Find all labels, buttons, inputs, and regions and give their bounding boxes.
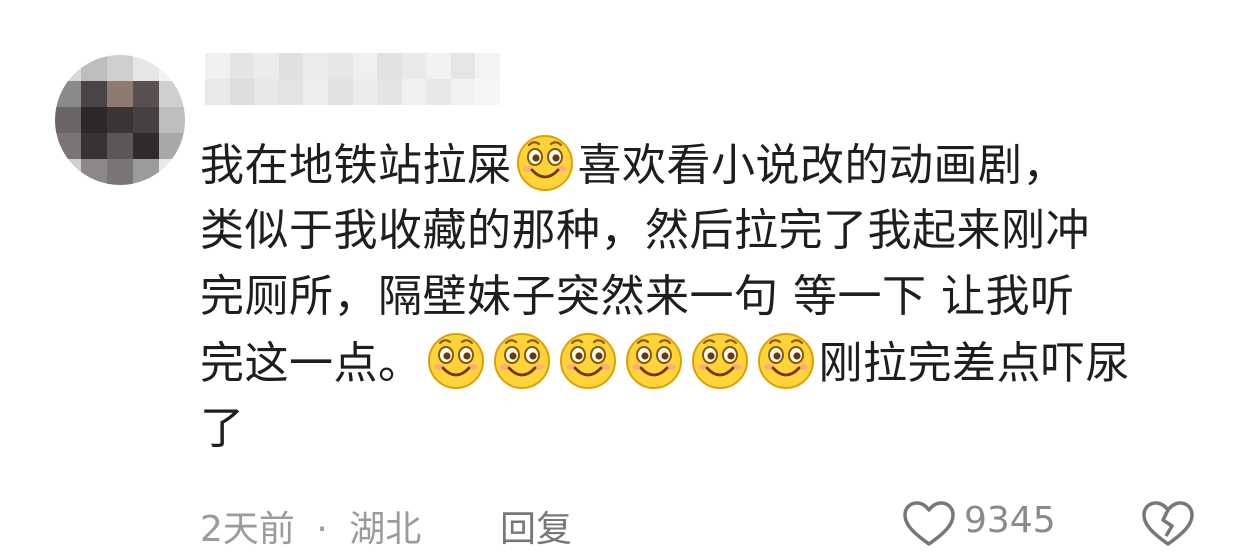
comment-line: 了: [200, 396, 1210, 462]
broken-heart-icon[interactable]: [1140, 500, 1196, 548]
comment-line: 我在地铁站拉屎 喜欢看小说改的动画剧，: [200, 132, 1210, 198]
comment-footer: 2天前 · 湖北 回复 9345: [200, 492, 1210, 552]
username-pixel: [254, 79, 279, 105]
username-pixel: [426, 79, 451, 105]
avatar-pixel: [55, 55, 81, 81]
username-pixel: [327, 79, 353, 105]
username-pixel: [303, 79, 328, 105]
username-pixel: [327, 53, 353, 79]
smile-emoji: [625, 333, 682, 389]
comment-text: 了: [200, 403, 245, 454]
comment-line: 完这一点。 刚拉完差点吓尿: [200, 330, 1210, 396]
comment-text: 类似于我收藏的那种，然后拉完了我起来刚冲: [200, 205, 1090, 256]
comment-text: 刚拉完差点吓尿: [818, 338, 1130, 389]
username-pixel: [205, 79, 230, 105]
avatar-pixel: [107, 133, 133, 159]
username-pixel: [229, 53, 255, 79]
username-pixel: [450, 53, 476, 79]
avatar-pixel: [159, 133, 185, 159]
comment-body: 我在地铁站拉屎 喜欢看小说改的动画剧， 类似于我收藏的那种，然后拉完了我起来刚冲 完厕…: [200, 132, 1210, 462]
user-avatar[interactable]: [55, 55, 185, 185]
username-pixel: [401, 53, 427, 79]
avatar-pixel: [81, 133, 107, 159]
avatar-pixel: [55, 133, 81, 159]
comment-time: 2天前: [200, 509, 295, 550]
username-blurred[interactable]: [205, 53, 500, 105]
username-pixel: [205, 53, 230, 79]
avatar-pixel: [81, 55, 107, 81]
smile-emoji: [516, 135, 573, 191]
smile-emoji: [427, 333, 484, 389]
avatar-pixel: [55, 81, 81, 107]
comment-line: 类似于我收藏的那种，然后拉完了我起来刚冲: [200, 198, 1210, 264]
comment-text: 喜欢看小说改的动画剧，: [577, 140, 1067, 191]
username-pixel: [352, 53, 378, 79]
username-pixel: [303, 53, 328, 79]
avatar-pixel: [133, 159, 159, 185]
smile-emoji: [559, 333, 616, 389]
avatar-pixel: [159, 81, 185, 107]
avatar-pixel: [81, 107, 107, 133]
avatar-pixel: [81, 159, 107, 185]
comment-line: 完厕所，隔壁妹子突然来一句 等一下 让我听: [200, 264, 1210, 330]
username-pixel: [278, 79, 304, 105]
comment-text: 完这一点。: [200, 338, 423, 389]
avatar-pixel: [159, 107, 185, 133]
username-pixel: [254, 53, 279, 79]
avatar-pixel: [107, 81, 133, 107]
username-pixel: [401, 79, 427, 105]
username-pixel: [377, 79, 402, 105]
avatar-pixel: [107, 55, 133, 81]
comment-text: 完厕所，隔壁妹子突然来一句 等一下 让我听: [200, 271, 1075, 322]
comment-meta: 2天前 · 湖北: [200, 500, 421, 552]
username-pixel: [352, 79, 378, 105]
username-pixel: [278, 53, 304, 79]
avatar-pixel: [133, 55, 159, 81]
username-pixel: [475, 53, 500, 79]
avatar-pixel: [107, 107, 133, 133]
smile-emoji: [757, 333, 814, 389]
reply-button[interactable]: 回复: [500, 500, 572, 552]
avatar-pixel: [55, 159, 81, 185]
avatar-pixel: [55, 107, 81, 133]
username-pixel: [426, 53, 451, 79]
like-count: 9345: [964, 500, 1056, 541]
avatar-pixel: [81, 81, 107, 107]
username-pixel: [450, 79, 476, 105]
avatar-pixel: [133, 81, 159, 107]
avatar-pixel: [159, 55, 185, 81]
smile-emoji: [691, 333, 748, 389]
comment-text: 我在地铁站拉屎: [200, 140, 512, 191]
avatar-pixel: [133, 133, 159, 159]
heart-outline-icon[interactable]: [902, 500, 956, 548]
username-pixel: [229, 79, 255, 105]
avatar-pixel: [159, 159, 185, 185]
comment-location: 湖北: [349, 509, 422, 550]
smile-emoji: [493, 333, 550, 389]
avatar-pixel: [133, 107, 159, 133]
username-pixel: [475, 79, 500, 105]
username-pixel: [377, 53, 402, 79]
avatar-pixel: [107, 159, 133, 185]
meta-separator: ·: [316, 509, 328, 550]
